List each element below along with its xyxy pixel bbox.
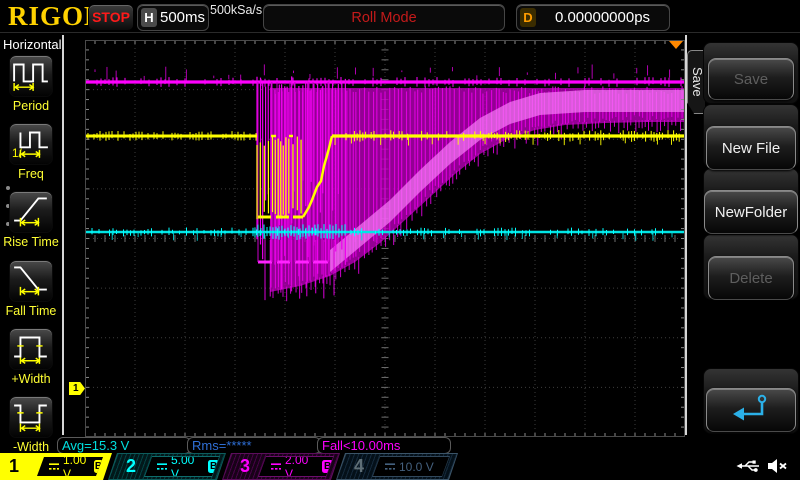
sidebar-item-freq[interactable]: 1/ Freq: [0, 123, 62, 181]
waveform-display: [85, 40, 685, 437]
run-state-badge: STOP: [88, 4, 134, 31]
new-folder-button[interactable]: NewFolder: [704, 190, 798, 234]
sidebar-item-pos-width[interactable]: +Width: [0, 328, 62, 386]
sidebar-item-label: -Width: [0, 440, 62, 454]
sidebar-item-label: Freq: [0, 167, 62, 181]
dc-coupling-icon: [48, 458, 60, 476]
dc-coupling-icon: [270, 458, 282, 476]
speaker-muted-icon: [766, 457, 788, 480]
delay-value: 0.00000000ps: [536, 9, 669, 26]
pos-width-icon: [12, 329, 50, 370]
sidebar-title: Horizontal: [3, 37, 62, 52]
channel1-ground-marker[interactable]: 1: [69, 382, 85, 395]
horizontal-timebase-box[interactable]: H 500ms: [137, 4, 209, 31]
dc-coupling-icon: [384, 458, 396, 476]
channel-scale: 5.00 V: [171, 453, 205, 480]
delete-button[interactable]: Delete: [708, 256, 794, 300]
trigger-position-marker: [669, 41, 683, 49]
channel-number: 4: [354, 453, 364, 480]
rise-time-icon: [12, 192, 50, 233]
neg-width-icon: [12, 397, 50, 438]
channel-1-status[interactable]: 1 1.00 V B: [0, 453, 112, 480]
sidebar-item-label: Rise Time: [0, 235, 62, 249]
dc-coupling-icon: [156, 458, 168, 476]
page-indicator-dot: [6, 186, 10, 190]
new-file-button[interactable]: New File: [706, 126, 796, 170]
sidebar-item-period[interactable]: Period: [0, 55, 62, 113]
h-badge: H: [141, 8, 157, 27]
measurement-avg[interactable]: Avg=15.3 V: [57, 437, 191, 454]
channel-4-status[interactable]: 4 10.0 V: [336, 453, 458, 480]
period-icon: [12, 56, 50, 97]
return-arrow-icon: [729, 393, 773, 427]
channel-scale: 2.00 V: [285, 453, 319, 480]
measurement-rms[interactable]: Rms=*****: [187, 437, 321, 454]
sidebar-item-label: Fall Time: [0, 304, 62, 318]
sidebar-item-neg-width[interactable]: -Width: [0, 396, 62, 454]
channel-scale: 1.00 V: [63, 453, 91, 480]
channel-scale: 10.0 V: [399, 460, 434, 474]
channel-3-status[interactable]: 3 2.00 V B: [222, 453, 340, 480]
channel-2-status[interactable]: 2 5.00 V B: [108, 453, 226, 480]
topbar-divider: [0, 32, 800, 33]
freq-icon: 1/: [12, 124, 50, 165]
channel-number: 1: [9, 453, 19, 480]
panel-divider: [685, 35, 687, 435]
oscilloscope-screen: RIGOL STOP H 500ms 500kSa/s Roll Mode D …: [0, 0, 800, 480]
measurement-fall[interactable]: Fall<10.00ms: [317, 437, 451, 454]
sample-rate-label: 500kSa/s: [210, 3, 262, 17]
trigger-delay-box[interactable]: D 0.00000000ps: [516, 4, 670, 31]
sidebar-item-fall-time[interactable]: Fall Time: [0, 260, 62, 318]
sidebar-item-rise-time[interactable]: Rise Time: [0, 191, 62, 249]
sidebar-item-label: Period: [0, 99, 62, 113]
acquisition-mode-label: Roll Mode: [264, 10, 504, 26]
channel-bar: 1 1.00 V B 2: [0, 453, 800, 480]
sidebar-divider: [62, 35, 64, 435]
fall-time-icon: [12, 261, 50, 302]
return-button[interactable]: [706, 388, 796, 432]
usb-icon: [736, 458, 763, 479]
acquisition-mode-box: Roll Mode: [263, 4, 505, 31]
channel-number: 2: [126, 453, 136, 480]
d-badge: D: [520, 8, 536, 27]
channel-number: 3: [240, 453, 250, 480]
sidebar-item-label: +Width: [0, 372, 62, 386]
timebase-value: 500ms: [157, 9, 208, 26]
save-button[interactable]: Save: [708, 58, 794, 100]
